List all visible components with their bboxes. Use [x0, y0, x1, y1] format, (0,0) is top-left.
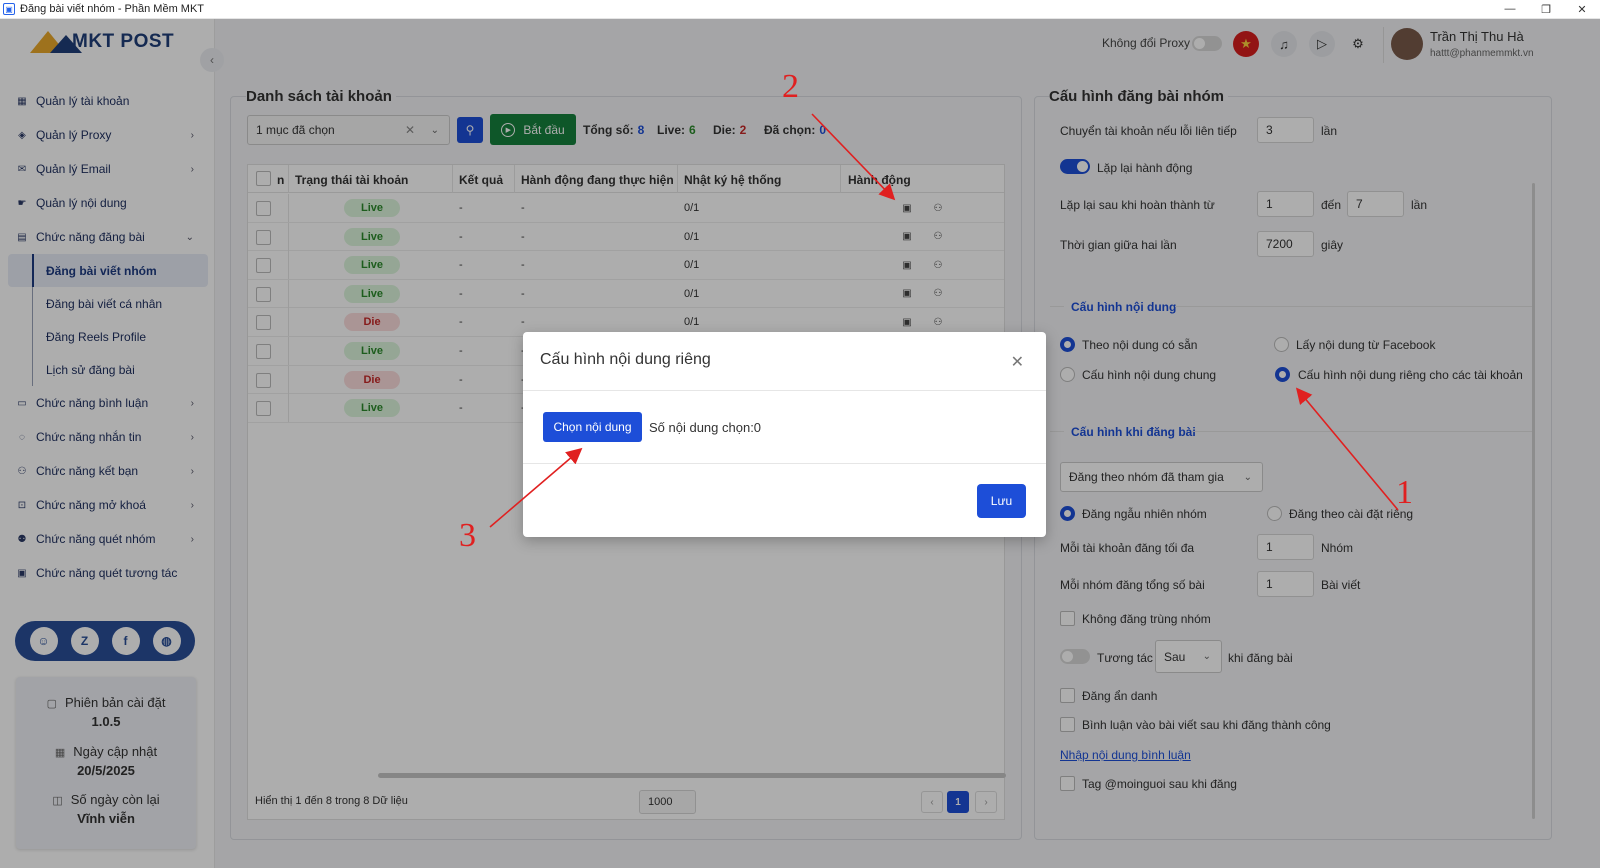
arrow-2	[811, 113, 896, 201]
arrow-1	[1295, 387, 1399, 511]
annotation-3: 3	[459, 517, 476, 554]
annotation-1: 1	[1396, 474, 1413, 511]
annotation-2: 2	[782, 68, 799, 105]
annotation-arrows	[489, 113, 1399, 528]
arrow-3	[489, 447, 583, 528]
